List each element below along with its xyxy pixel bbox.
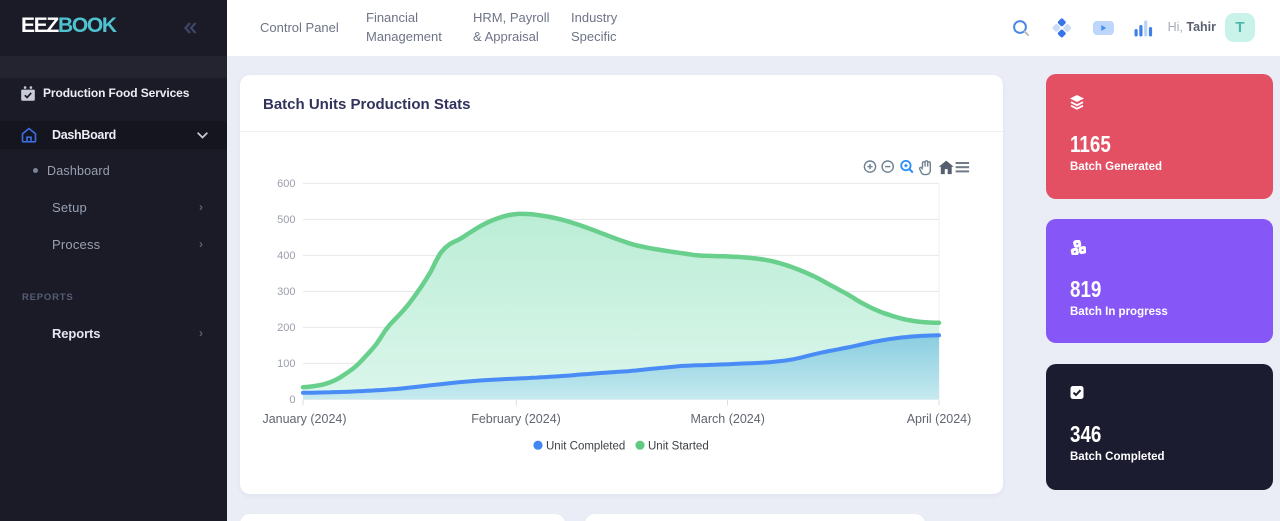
- svg-text:500: 500: [277, 214, 295, 226]
- svg-text:600: 600: [277, 178, 295, 190]
- svg-text:Unit Started: Unit Started: [648, 440, 709, 452]
- svg-text:March (2024): March (2024): [691, 412, 765, 426]
- svg-text:Unit Completed: Unit Completed: [546, 440, 625, 452]
- svg-text:February (2024): February (2024): [471, 412, 561, 426]
- svg-text:100: 100: [277, 358, 295, 370]
- svg-text:300: 300: [277, 286, 295, 298]
- svg-text:January (2024): January (2024): [262, 412, 346, 426]
- svg-text:400: 400: [277, 250, 295, 262]
- svg-text:April (2024): April (2024): [907, 412, 972, 426]
- svg-text:200: 200: [277, 322, 295, 334]
- svg-text:0: 0: [289, 394, 295, 406]
